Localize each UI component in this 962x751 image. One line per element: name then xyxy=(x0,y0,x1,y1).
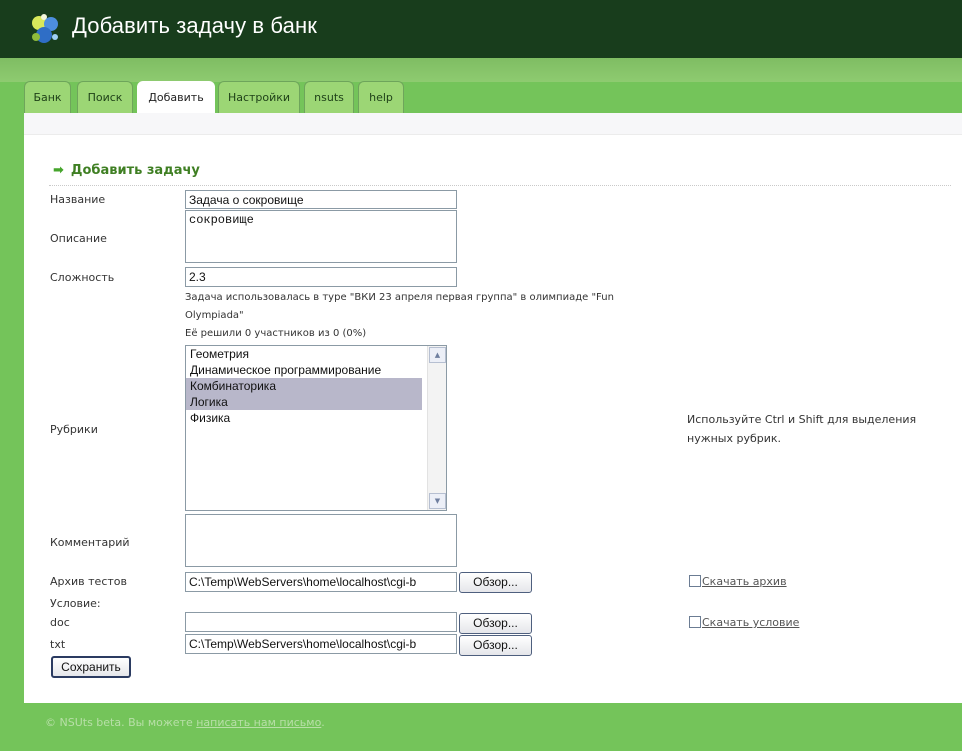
txt-browse-button[interactable]: Обзор... xyxy=(459,635,532,656)
footer-text: . Вы можете xyxy=(121,716,197,729)
comment-textarea[interactable] xyxy=(185,514,457,567)
tab-bank[interactable]: Банк xyxy=(24,81,71,113)
rubric-option-geometry[interactable]: Геометрия xyxy=(186,346,422,362)
download-condition-checkbox[interactable] xyxy=(689,616,701,628)
test-archive-browse-button[interactable]: Обзор... xyxy=(459,572,532,593)
rubrics-scrollbar[interactable]: ▲ ▼ xyxy=(427,346,446,510)
tab-search[interactable]: Поиск xyxy=(77,81,133,113)
rubrics-hint: Используйте Ctrl и Shift для выделения н… xyxy=(687,413,917,445)
tab-settings[interactable]: Настройки xyxy=(218,81,300,113)
panel-top-strip xyxy=(24,113,962,135)
txt-file-input[interactable]: C:\Temp\WebServers\home\localhost\cgi-b xyxy=(185,634,457,654)
download-archive-checkbox[interactable] xyxy=(689,575,701,587)
tab-add[interactable]: Добавить xyxy=(137,81,215,115)
section-title: ➡ Добавить задачу xyxy=(53,163,200,178)
description-label: Описание xyxy=(50,232,107,245)
tab-help[interactable]: help xyxy=(358,81,404,113)
rubric-option-logic[interactable]: Логика xyxy=(186,394,422,410)
download-condition-link[interactable]: Скачать условие xyxy=(702,616,799,629)
difficulty-input[interactable]: 2.3 xyxy=(185,267,457,287)
doc-file-input[interactable] xyxy=(185,612,457,632)
footer-end: . xyxy=(321,716,325,729)
arrow-right-icon: ➡ xyxy=(53,163,64,178)
rubric-option-combinatorics[interactable]: Комбинаторика xyxy=(186,378,422,394)
rubrics-label: Рубрики xyxy=(50,423,98,436)
tab-nsuts[interactable]: nsuts xyxy=(304,81,354,113)
section-title-text: Добавить задачу xyxy=(70,163,200,178)
difficulty-label: Сложность xyxy=(50,271,115,284)
nsuts-logo-icon xyxy=(32,14,58,43)
name-input[interactable]: Задача о сокровище xyxy=(185,190,457,209)
usage-info-line2: Olympiada" xyxy=(185,310,244,321)
condition-label: Условие: xyxy=(50,597,101,610)
doc-browse-button[interactable]: Обзор... xyxy=(459,613,532,634)
scroll-up-icon[interactable]: ▲ xyxy=(429,347,446,363)
doc-label: doc xyxy=(50,616,70,629)
footer-copyright: © NSUts beta xyxy=(45,716,122,729)
txt-label: txt xyxy=(50,638,66,651)
footer: © NSUts beta. Вы можете написать нам пис… xyxy=(45,716,325,729)
rubrics-listbox[interactable]: Геометрия Динамическое программирование … xyxy=(185,345,447,511)
section-divider xyxy=(49,185,951,186)
page-title: Добавить задачу в банк xyxy=(72,13,317,38)
solved-info: Её решили 0 участников из 0 (0%) xyxy=(185,328,367,339)
download-archive-link[interactable]: Скачать архив xyxy=(702,575,787,588)
footer-contact-link[interactable]: написать нам письмо xyxy=(196,716,321,729)
usage-info-line1: Задача использовалась в туре "ВКИ 23 апр… xyxy=(185,292,614,303)
comment-label: Комментарий xyxy=(50,536,130,549)
name-label: Название xyxy=(50,193,106,206)
header-band xyxy=(0,58,962,82)
description-textarea[interactable]: сокровище xyxy=(185,210,457,263)
test-archive-file-input[interactable]: C:\Temp\WebServers\home\localhost\cgi-b xyxy=(185,572,457,592)
save-button[interactable]: Сохранить xyxy=(51,656,131,678)
page-header: Добавить задачу в банк xyxy=(0,0,962,58)
content-panel: ➡ Добавить задачу Название Задача о сокро… xyxy=(24,113,962,703)
rubric-option-dynamic-programming[interactable]: Динамическое программирование xyxy=(186,362,422,378)
scroll-down-icon[interactable]: ▼ xyxy=(429,493,446,509)
test-archive-label: Архив тестов xyxy=(50,575,127,588)
rubric-option-physics[interactable]: Физика xyxy=(186,410,422,426)
